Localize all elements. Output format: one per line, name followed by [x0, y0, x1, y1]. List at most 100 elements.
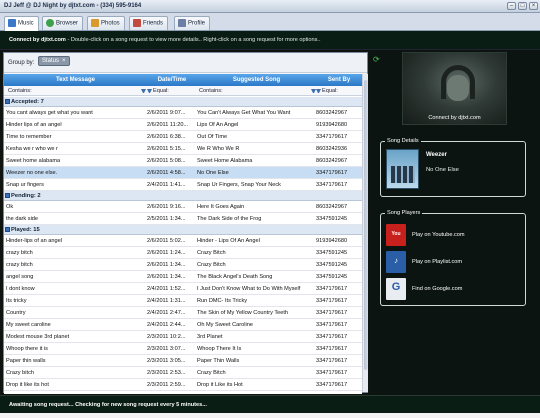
table-cell: 2/6/2011 5:08... [147, 158, 186, 164]
collapse-icon[interactable] [5, 99, 10, 104]
tab-friends[interactable]: Friends [129, 16, 169, 30]
table-cell: crazy bitch [6, 250, 33, 256]
status-message: - Double-click on a song request to view… [67, 37, 321, 43]
refresh-icon[interactable]: ⟳ [373, 55, 380, 64]
table-row[interactable]: crazy bitch 2/6/2011 1:34... Crazy Bitch 33… [4, 259, 362, 271]
table-cell: 2/6/2011 9:16... [147, 204, 186, 210]
table-row[interactable]: Its tricky 2/4/2011 1:31... Run DMC- Its T… [4, 295, 362, 307]
filter-cell[interactable]: Equal: [316, 88, 338, 94]
table-cell: 3347591245 [316, 274, 348, 280]
table-cell: The Dark Side of the Frog [197, 216, 262, 222]
table-cell: the dark side [6, 216, 39, 222]
remove-group-icon[interactable]: × [62, 58, 66, 64]
filter-cell[interactable]: Equal: [147, 88, 169, 94]
table-cell: 2/3/2011 2:59... [147, 382, 186, 388]
table-cell: 2/6/2011 4:58... [147, 170, 186, 176]
table-cell: Hinder - Lips Of An Angel [197, 238, 260, 244]
collapse-icon[interactable] [5, 227, 10, 232]
table-row[interactable]: the dark side 2/5/2011 1:34... The Dark Si… [4, 213, 362, 225]
filter-cell[interactable]: Contains: [8, 88, 32, 94]
filter-icon[interactable] [141, 89, 146, 93]
column-header[interactable]: Text Message [4, 77, 147, 83]
table-row[interactable]: You cant always get what you want 2/6/201… [4, 107, 362, 119]
table-cell: 2/6/2011 9:07... [147, 110, 186, 116]
groupby-chip[interactable]: Status × [38, 56, 70, 66]
table-row[interactable]: crazy bitch 2/6/2011 1:24... Crazy Bitch 33… [4, 247, 362, 259]
globe-icon [46, 19, 54, 27]
table-row[interactable]: Ok 2/6/2011 9:16... Here It Goes Again 8603… [4, 201, 362, 213]
table-row[interactable]: Hinder-lips of an angel 2/6/2011 5:02... H… [4, 235, 362, 247]
table-cell: 2/6/2011 11:20... [147, 122, 189, 128]
table-row[interactable]: My sweet caroline 2/4/2011 2:44... Oh My S… [4, 319, 362, 331]
tab-browser[interactable]: Browser [42, 16, 84, 30]
tab-profile[interactable]: Profile [174, 16, 211, 30]
table-cell: 2/3/2011 3:05... [147, 358, 186, 364]
table-cell: Crazy Bitch [197, 262, 226, 268]
minimize-button[interactable]: – [507, 2, 516, 10]
table-cell: 3347591245 [316, 216, 348, 222]
playlist-player[interactable]: ♪ Play on Playlist.com [386, 251, 521, 273]
table-cell: 8603242936 [316, 146, 348, 152]
table-row[interactable]: Crazy bitch 2/3/2011 2:53... Crazy Bitch 33… [4, 367, 362, 379]
table-cell: Whoop there it is [6, 346, 48, 352]
table-cell: 9193942680 [316, 238, 348, 244]
vertical-scrollbar[interactable] [362, 74, 368, 392]
headphones-icon [441, 65, 475, 99]
table-cell: Drop it like its hot [6, 382, 49, 388]
tab-photos[interactable]: Photos [87, 16, 125, 30]
group-header[interactable]: Played: 15 [4, 225, 362, 235]
filter-cell[interactable]: Contains: [199, 88, 223, 94]
table-cell: Paper Thin Walls [197, 358, 240, 364]
grid-header: Text Message Date/Time Suggested Song Sent … [4, 74, 362, 86]
group-header[interactable]: Pending: 2 [4, 191, 362, 201]
table-cell: Country [6, 310, 26, 316]
close-button[interactable]: × [529, 2, 538, 10]
tab-music[interactable]: Music [4, 16, 39, 31]
table-row[interactable]: angel song 2/6/2011 1:34... The Black Ange… [4, 271, 362, 283]
google-player[interactable]: G Find on Google.com [386, 278, 521, 300]
table-cell: Snap Ur Fingers, Snap Your Neck [197, 182, 281, 188]
youtube-player[interactable]: You Play on Youtube.com [386, 224, 521, 246]
table-row[interactable]: Snap ur fingers 2/4/2011 1:41... Snap Ur F… [4, 179, 362, 191]
table-cell: Its tricky [6, 298, 27, 304]
filter-icon[interactable] [316, 88, 321, 93]
song-name: No One Else [426, 167, 459, 173]
table-row[interactable]: Sweet home alabama 2/6/2011 5:08... Sweet … [4, 155, 362, 167]
table-row[interactable]: Kesha we r who we r 2/6/2011 5:15... We R … [4, 143, 362, 155]
table-cell: 3347179617 [316, 182, 348, 188]
table-row[interactable]: Modest mouse 3rd planet 2/3/2011 10:2... 3… [4, 331, 362, 343]
table-cell: 2/4/2011 2:47... [147, 310, 186, 316]
table-row[interactable]: I dont know 2/4/2011 1:52... I Just Don't … [4, 283, 362, 295]
table-cell: Snap ur fingers [6, 182, 44, 188]
group-header[interactable]: Accepted: 7 [4, 97, 362, 107]
table-cell: The Skin of My Yellow Country Teeth [197, 310, 288, 316]
scrollbar-thumb[interactable] [364, 80, 368, 370]
table-row[interactable]: Whoop there it is 2/3/2011 3:07... Whoop T… [4, 343, 362, 355]
window-title: DJ Jeff @ DJ Night by djtxt.com - (334) … [4, 3, 142, 9]
tab-label: Profile [188, 20, 206, 27]
filter-icon[interactable] [147, 88, 152, 93]
table-cell: Lips Of An Angel [197, 122, 239, 128]
table-cell: Whoop There It Is [197, 346, 242, 352]
column-header[interactable]: Sent By [316, 77, 362, 83]
column-header[interactable]: Date/Time [147, 77, 197, 83]
table-cell: 3347179617 [316, 298, 348, 304]
table-cell: Ok [6, 204, 14, 210]
table-row[interactable]: Paper thin walls 2/3/2011 3:05... Paper Th… [4, 355, 362, 367]
table-row[interactable]: Weezer no one else. 2/6/2011 4:58... No On… [4, 167, 362, 179]
filter-operator: Equal: [322, 88, 338, 94]
table-cell: 2/6/2011 1:34... [147, 274, 186, 280]
table-cell: 2/6/2011 6:38... [147, 134, 186, 140]
table-row[interactable]: Hinder lips of an angel 2/6/2011 11:20...… [4, 119, 362, 131]
tab-bar: Music Browser Photos Friends Profile [0, 13, 540, 31]
table-row[interactable]: Drop it like its hot 2/3/2011 2:59... Drop… [4, 379, 362, 391]
table-cell: 3347179617 [316, 382, 348, 388]
dj-photo: Connect by djtxt.com [402, 52, 507, 125]
collapse-icon[interactable] [5, 193, 10, 198]
table-cell: 3347179617 [316, 170, 348, 176]
maximize-button[interactable]: □ [518, 2, 527, 10]
table-row[interactable]: Time to remember 2/6/2011 6:38... Out Of T… [4, 131, 362, 143]
table-row[interactable]: Country 2/4/2011 2:47... The Skin of My Ye… [4, 307, 362, 319]
table-cell: 2/6/2011 5:02... [147, 238, 186, 244]
column-header[interactable]: Suggested Song [197, 77, 316, 83]
